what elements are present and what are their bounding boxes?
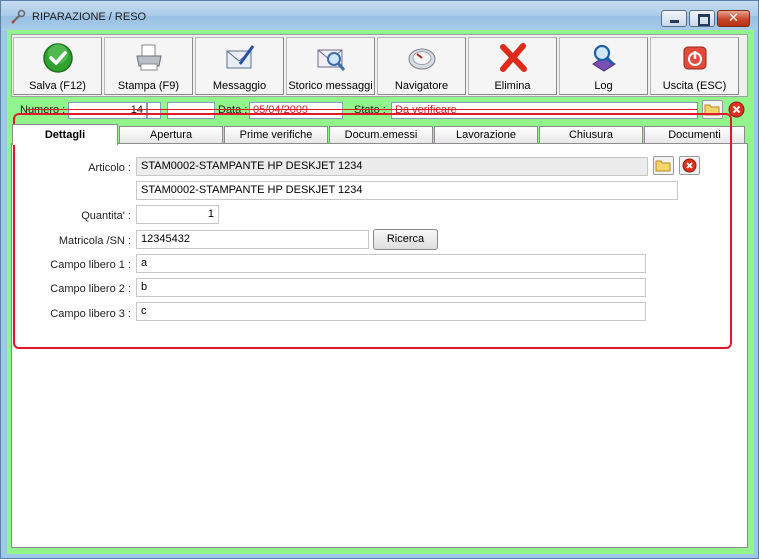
number-label: Numero : <box>20 104 66 116</box>
status-label: Stato : <box>354 104 386 116</box>
power-icon <box>683 46 706 70</box>
folder-icon <box>655 160 671 172</box>
article-browse-button[interactable] <box>653 156 674 175</box>
number-suffix-field[interactable] <box>147 102 161 119</box>
check-icon <box>42 43 73 73</box>
delete-x-icon <box>499 43 527 72</box>
navigator-button[interactable]: Navigatore <box>377 37 466 95</box>
date-field[interactable]: 05/04/2009 <box>249 102 343 119</box>
free-field-1-label: Campo libero 1 : <box>50 259 131 271</box>
details-panel <box>11 143 748 548</box>
tab-docum-emessi[interactable]: Docum.emessi <box>329 126 433 144</box>
printer-icon <box>135 44 162 71</box>
close-icon: ✕ <box>728 10 739 25</box>
main-toolbar: Salva (F12) Stampa (F9) Messaggio Storic… <box>11 34 748 97</box>
log-button[interactable]: Log <box>559 37 648 95</box>
free-field-2[interactable]: b <box>136 278 646 297</box>
envelope-search-icon <box>317 49 345 71</box>
article-code-field[interactable]: STAM0002-STAMPANTE HP DESKJET 1234 <box>136 157 648 176</box>
message-history-button[interactable]: Storico messaggi <box>286 37 375 95</box>
header-row: Numero : 14 Data : 05/04/2009 Stato : Da… <box>7 100 754 120</box>
free-field-3[interactable]: c <box>136 302 646 321</box>
save-button[interactable]: Salva (F12) <box>13 37 102 95</box>
envelope-pen-icon <box>226 45 254 69</box>
status-clear-button[interactable] <box>728 101 745 118</box>
article-description-field[interactable]: STAM0002-STAMPANTE HP DESKJET 1234 <box>136 181 678 200</box>
title-bar[interactable]: RIPARAZIONE / RESO ✕ <box>1 1 758 31</box>
delete-button[interactable]: Elimina <box>468 37 557 95</box>
wrench-icon <box>11 9 26 24</box>
free-field-3-label: Campo libero 3 : <box>50 308 131 320</box>
date-label: Data : <box>218 104 248 116</box>
article-clear-button[interactable] <box>679 156 700 175</box>
window-title: RIPARAZIONE / RESO <box>32 11 147 23</box>
article-label: Articolo : <box>88 162 131 174</box>
status-field[interactable]: Da verificare <box>391 102 698 119</box>
tab-chiusura[interactable]: Chiusura <box>539 126 643 144</box>
tab-lavorazione[interactable]: Lavorazione <box>434 126 538 144</box>
exit-button[interactable]: Uscita (ESC) <box>650 37 739 95</box>
serial-label: Matricola /SN : <box>58 235 131 247</box>
status-browse-button[interactable] <box>702 100 723 119</box>
quantity-label: Quantita' : <box>81 210 131 222</box>
print-button[interactable]: Stampa (F9) <box>104 37 193 95</box>
close-window-button[interactable]: ✕ <box>717 10 750 27</box>
clear-icon <box>728 101 745 118</box>
search-button[interactable]: Ricerca <box>373 229 438 250</box>
free-field-1[interactable]: a <box>136 254 646 273</box>
header-underline <box>27 109 697 110</box>
number-field[interactable]: 14 <box>68 102 147 119</box>
log-search-icon <box>591 44 616 72</box>
tab-prime-verifiche[interactable]: Prime verifiche <box>224 126 328 144</box>
clear-icon <box>682 158 697 173</box>
message-button[interactable]: Messaggio <box>195 37 284 95</box>
quantity-field[interactable]: 1 <box>136 205 219 224</box>
serial-field[interactable]: 12345432 <box>136 230 369 249</box>
compass-icon <box>408 48 435 70</box>
maximize-button[interactable] <box>689 10 715 27</box>
tab-documenti[interactable]: Documenti <box>644 126 745 144</box>
app-window: RIPARAZIONE / RESO ✕ Salva (F12) Stampa … <box>0 0 759 559</box>
tab-apertura[interactable]: Apertura <box>119 126 223 144</box>
minimize-button[interactable] <box>661 10 687 27</box>
free-field-2-label: Campo libero 2 : <box>50 283 131 295</box>
number-extra-field[interactable] <box>167 102 215 119</box>
tab-dettagli[interactable]: Dettagli <box>12 124 118 145</box>
folder-icon <box>704 104 720 116</box>
